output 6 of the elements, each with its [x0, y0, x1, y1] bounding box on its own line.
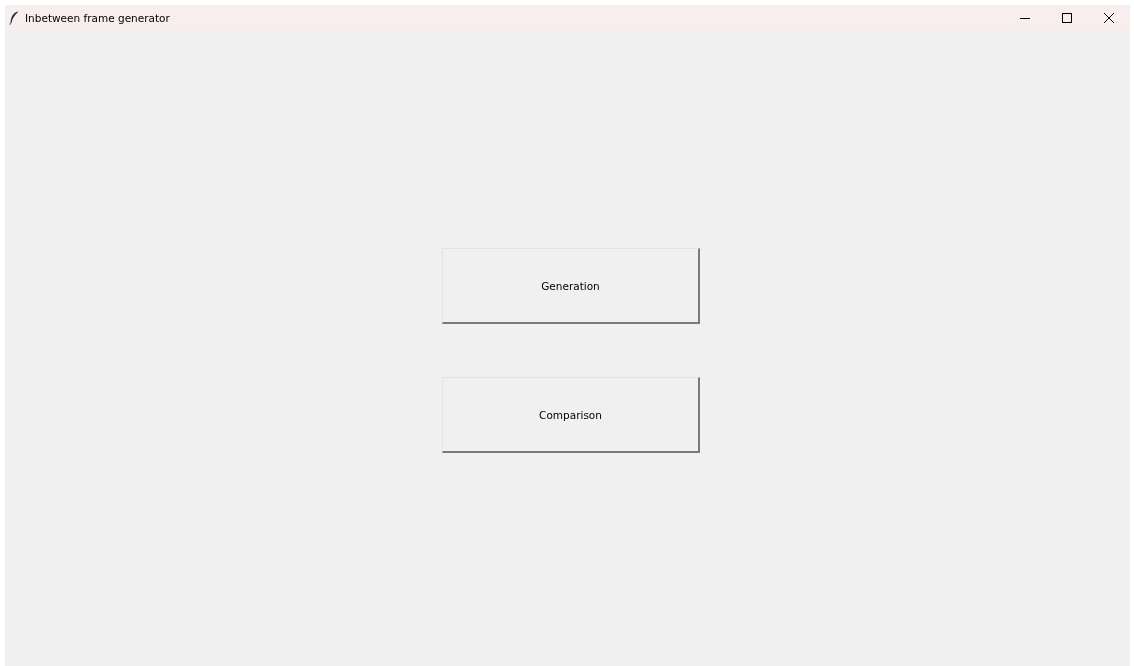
menu-button[interactable]: Comparison — [442, 377, 700, 453]
feather-icon — [9, 10, 19, 25]
close-icon — [1104, 12, 1114, 23]
window-title: Inbetween frame generator — [25, 11, 170, 24]
maximize-icon — [1062, 12, 1072, 23]
menu-button[interactable]: Generation — [442, 248, 700, 324]
